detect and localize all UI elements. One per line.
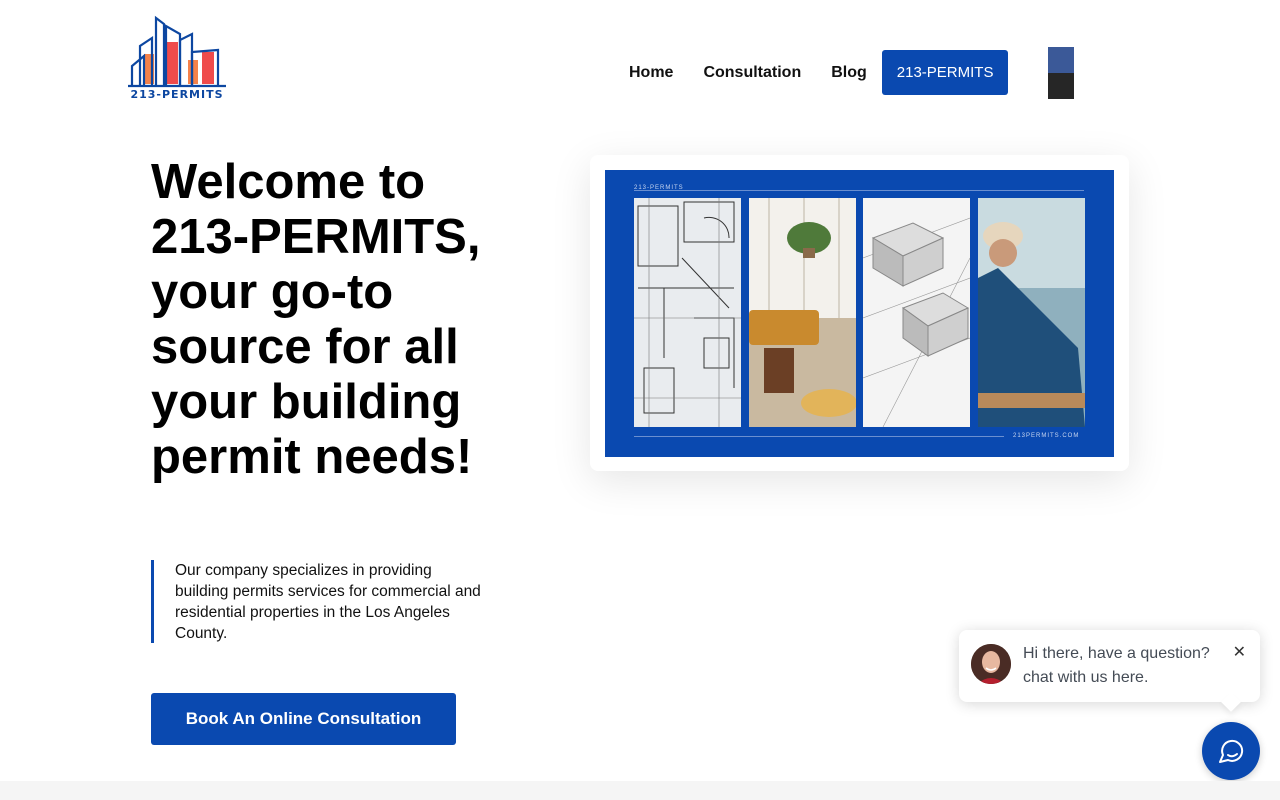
3d-floorplan-illustration xyxy=(863,217,970,427)
book-consultation-button[interactable]: Book An Online Consultation xyxy=(151,693,456,745)
chat-launcher-button[interactable] xyxy=(1202,722,1260,780)
chat-bubble-icon xyxy=(1219,739,1244,763)
collage-divider xyxy=(634,190,1084,191)
interior-photo xyxy=(749,198,856,427)
main-nav: Home Consultation Blog 213-PERMITS xyxy=(614,50,1009,95)
chat-message: Hi there, have a question? chat with us … xyxy=(1023,645,1210,686)
blueprint-photo xyxy=(634,198,741,427)
living-room-illustration xyxy=(749,198,856,427)
site-logo[interactable]: 213-PERMITS xyxy=(122,14,232,104)
collage-footer-divider xyxy=(634,436,1004,437)
nav-home[interactable]: Home xyxy=(614,64,688,82)
logo-text: 213-PERMITS xyxy=(130,88,224,101)
buildings-logo-icon xyxy=(128,15,226,88)
agent-avatar xyxy=(971,644,1011,684)
instagram-icon[interactable] xyxy=(1048,73,1074,99)
social-links xyxy=(1048,47,1074,99)
nav-consultation[interactable]: Consultation xyxy=(688,64,816,82)
close-icon[interactable]: ✕ xyxy=(1233,642,1246,662)
blueprint-illustration xyxy=(634,198,741,427)
architect-illustration xyxy=(978,198,1085,427)
hero-collage: 213-PERMITS 213PERMITS.COM xyxy=(605,170,1114,457)
chat-invite-bubble[interactable]: Hi there, have a question? chat with us … xyxy=(959,630,1260,702)
facebook-icon[interactable] xyxy=(1048,47,1074,73)
3d-model-photo xyxy=(863,198,970,427)
collage-footer-label: 213PERMITS.COM xyxy=(1013,433,1080,439)
hero-title: Welcome to 213-PERMITS, your go-to sourc… xyxy=(151,155,481,484)
nav-blog[interactable]: Blog xyxy=(816,64,882,82)
footer-strip xyxy=(0,781,1280,800)
nav-phone-button[interactable]: 213-PERMITS xyxy=(881,50,1009,95)
hero-description: Our company specializes in providing bui… xyxy=(151,560,481,643)
hero-image-card: 213-PERMITS 213PERMITS.COM xyxy=(590,155,1129,471)
architect-photo xyxy=(978,198,1085,427)
agent-portrait-icon xyxy=(971,644,1011,684)
